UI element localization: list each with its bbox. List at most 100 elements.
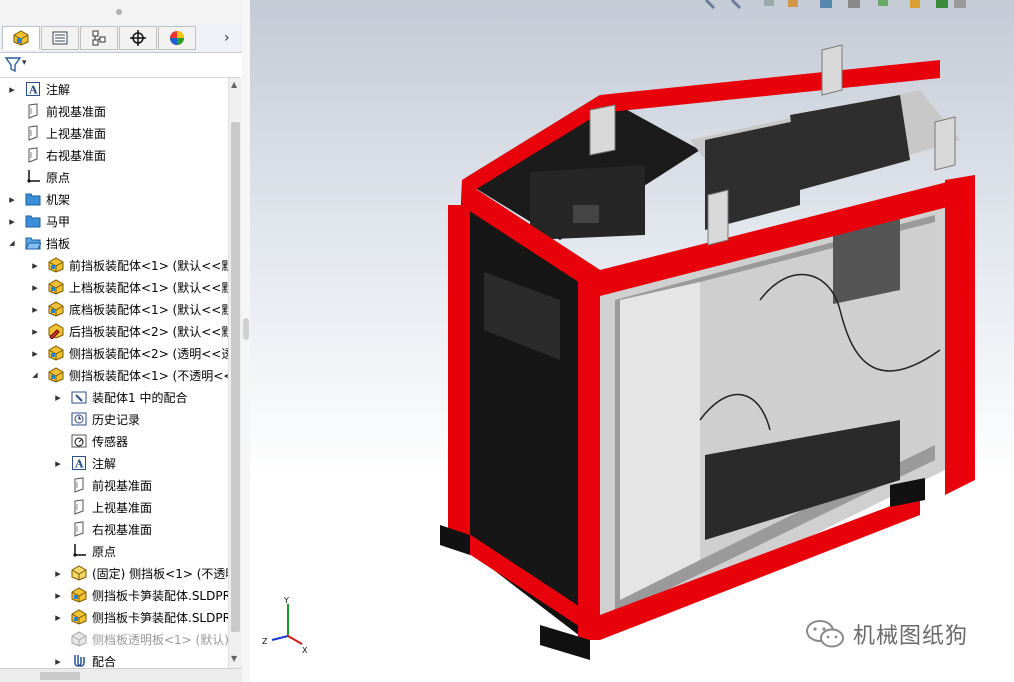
tree-node[interactable]: 上档板装配体<1> (默认<<默: [47, 276, 228, 298]
featuremanager-tab[interactable]: [2, 26, 40, 50]
configurationmanager-tab[interactable]: [80, 26, 118, 50]
scrollbar-thumb[interactable]: [231, 122, 240, 632]
tree-node-label: 侧档板透明板<1> (默认): [92, 632, 228, 647]
tree-node[interactable]: A 注解: [24, 78, 70, 100]
expand-arrow-icon[interactable]: ▸: [8, 188, 16, 210]
expand-arrow-icon[interactable]: ▸: [8, 210, 16, 232]
tree-node-label: 侧挡板装配体<2> (透明<<透: [69, 346, 228, 361]
tree-node-label: 原点: [92, 544, 117, 559]
tree-node-label: 机架: [46, 192, 71, 207]
display-manager-tab[interactable]: [158, 26, 196, 50]
subassembly-icon: [47, 366, 65, 384]
subassembly-icon: [47, 278, 65, 296]
tree-node[interactable]: 侧挡板卡笋装配体.SLDPR: [70, 606, 228, 628]
expand-arrow-icon[interactable]: ▸: [31, 342, 39, 364]
tree-node[interactable]: 历史记录: [70, 408, 140, 430]
tree-node[interactable]: 马甲: [24, 210, 70, 232]
splitter-handle[interactable]: [243, 318, 249, 340]
expand-arrow-icon[interactable]: ▸: [31, 276, 39, 298]
dimxpert-tab[interactable]: [119, 26, 157, 50]
tree-horizontal-scrollbar[interactable]: [0, 668, 242, 682]
sensor-icon: [70, 432, 88, 450]
tree-node-label: 原点: [46, 170, 71, 185]
red-frame-left-post: [448, 205, 470, 540]
svg-text:A: A: [74, 458, 84, 471]
mates-folder-icon: [70, 388, 88, 406]
triad-y-label: Y: [283, 596, 289, 605]
collapse-arrow-icon[interactable]: ◢: [8, 232, 16, 254]
expand-arrow-icon[interactable]: ▸: [8, 78, 16, 100]
subassembly-icon: [47, 300, 65, 318]
red-frame-front-post: [578, 270, 600, 640]
tree-node[interactable]: 上视基准面: [70, 496, 152, 518]
tree-node[interactable]: 前视基准面: [70, 474, 152, 496]
collapse-arrow-icon[interactable]: ◢: [31, 364, 39, 386]
tree-node[interactable]: 上视基准面: [24, 122, 106, 144]
tree-node[interactable]: 挡板: [24, 232, 70, 254]
tree-node[interactable]: 机架: [24, 188, 70, 210]
tree-node[interactable]: 右视基准面: [24, 144, 106, 166]
plane-icon: [70, 476, 88, 494]
subassembly-icon: [47, 256, 65, 274]
more-tabs-chevron-icon[interactable]: ›: [224, 30, 230, 46]
tree-node[interactable]: 原点: [24, 166, 70, 188]
tree-node-label: 前视基准面: [92, 478, 153, 493]
tree-node-label: 后挡板装配体<2> (默认<<默: [69, 324, 228, 339]
watermark: 机械图纸狗: [805, 618, 968, 650]
tree-node[interactable]: (固定) 侧挡板<1> (不透明: [70, 562, 228, 584]
tree-node-label: 注解: [46, 82, 71, 97]
triad-x-axis: [287, 635, 303, 645]
graphics-viewport[interactable]: Y Z X 机械图纸狗: [250, 0, 1014, 682]
hscroll-thumb[interactable]: [40, 672, 80, 680]
tree-node[interactable]: 右视基准面: [70, 518, 152, 540]
computer-case-model[interactable]: [250, 0, 1014, 682]
suppressed-part-icon: [70, 630, 88, 648]
subassembly-icon: [70, 608, 88, 626]
plane-icon: [24, 124, 42, 142]
plane-icon: [24, 102, 42, 120]
scroll-up-icon[interactable]: ▲: [231, 80, 237, 89]
folder-icon: [24, 212, 42, 230]
origin-icon: [70, 542, 88, 560]
annotation-icon: A: [70, 454, 88, 472]
tree-node[interactable]: 侧挡板装配体<2> (透明<<透: [47, 342, 228, 364]
tree-node-label: 上视基准面: [46, 126, 107, 141]
tree-node[interactable]: A 注解: [70, 452, 116, 474]
panel-splitter[interactable]: [242, 0, 250, 682]
expand-arrow-icon[interactable]: ▸: [54, 562, 62, 584]
tree-node[interactable]: 装配体1 中的配合: [70, 386, 187, 408]
expand-arrow-icon[interactable]: ▸: [31, 298, 39, 320]
tree-node[interactable]: 侧档板透明板<1> (默认): [70, 628, 228, 650]
tree-vertical-scrollbar[interactable]: ▲ ▼: [228, 78, 242, 668]
part-icon: [70, 564, 88, 582]
expand-arrow-icon[interactable]: ▸: [54, 584, 62, 606]
tree-node[interactable]: 配合: [70, 650, 116, 668]
expand-arrow-icon[interactable]: ▸: [31, 320, 39, 342]
panel-grip[interactable]: [0, 0, 242, 24]
tree-node[interactable]: 前挡板装配体<1> (默认<<默: [47, 254, 228, 276]
expand-arrow-icon[interactable]: ▸: [54, 386, 62, 408]
filter-dropdown-icon[interactable]: ▾: [22, 58, 27, 68]
expand-arrow-icon[interactable]: ▸: [54, 606, 62, 628]
propertymanager-tab[interactable]: [41, 26, 79, 50]
expand-arrow-icon[interactable]: ▸: [54, 650, 62, 668]
tree-node-label: 传感器: [92, 434, 129, 449]
tree-node[interactable]: 底档板装配体<1> (默认<<默: [47, 298, 228, 320]
scroll-down-icon[interactable]: ▼: [231, 654, 237, 663]
feature-manager-panel: › ▾ ▸ A 注解 前视基准面 上视基准面 右视基准面 原点 ▸ 机架 ▸ 马甲 ◢ 挡板 ▸ 前挡板装配…: [0, 0, 243, 682]
tree-node[interactable]: 侧挡板装配体<1> (不透明<<: [47, 364, 228, 386]
tree-node-label: 上档板装配体<1> (默认<<默: [69, 280, 228, 295]
color-wheel-icon: [170, 31, 184, 45]
tree-node-label: 右视基准面: [92, 522, 153, 537]
folder-icon: [24, 190, 42, 208]
tree-node[interactable]: 传感器: [70, 430, 128, 452]
tree-node-label: 底档板装配体<1> (默认<<默: [69, 302, 228, 317]
expand-arrow-icon[interactable]: ▸: [31, 254, 39, 276]
tree-node[interactable]: 侧挡板卡笋装配体.SLDPR: [70, 584, 228, 606]
tree-node[interactable]: 原点: [70, 540, 116, 562]
filter-bar: ▾: [0, 53, 240, 78]
tree-node[interactable]: 后挡板装配体<2> (默认<<默: [47, 320, 228, 342]
expand-arrow-icon[interactable]: ▸: [54, 452, 62, 474]
folder-open-icon: [24, 234, 42, 252]
tree-node[interactable]: 前视基准面: [24, 100, 106, 122]
